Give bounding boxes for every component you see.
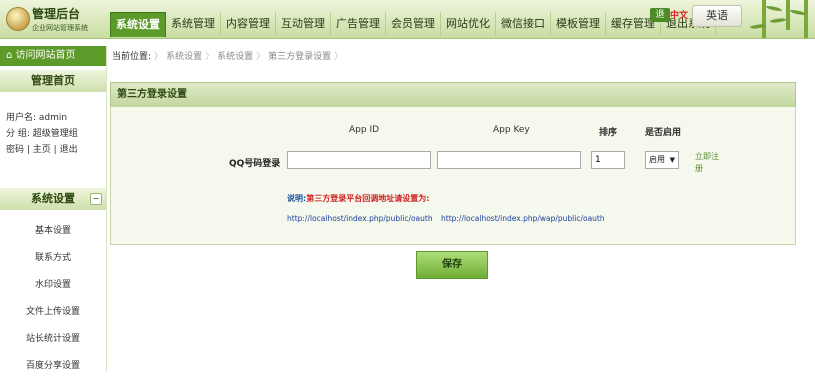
- main-content: 当前位置: 〉 系统设置 〉 系统设置 〉 第三方登录设置 〉 第三方登录设置 …: [108, 46, 815, 372]
- note-lead: 说明:: [287, 194, 307, 203]
- top-bar: 管理后台 企业网站管理系统 系统设置 系统管理 内容管理 互动管理 广告管理 会…: [0, 0, 815, 39]
- nav-item-template-management[interactable]: 模板管理: [551, 12, 606, 36]
- callback-note: 说明:第三方登录平台回调地址请设置为:: [287, 193, 429, 204]
- sidebar-section-system-settings[interactable]: 系统设置 −: [0, 188, 106, 210]
- column-header-sort: 排序: [599, 128, 618, 138]
- nav-item-ad-management[interactable]: 广告管理: [331, 12, 386, 36]
- column-header-enabled: 是否启用: [645, 128, 682, 138]
- user-info: 用户名: admin 分 组: 超级管理组 密码 | 主页 | 退出: [6, 110, 106, 158]
- save-button[interactable]: 保存: [416, 251, 488, 279]
- link-separator: |: [24, 145, 33, 155]
- callback-url[interactable]: http://localhost/index.php/wap/public/oa…: [441, 214, 605, 223]
- qq-enabled-value: 启用: [649, 155, 665, 164]
- qq-enabled-select[interactable]: 启用 ▼: [645, 151, 679, 169]
- panel-title: 第三方登录设置: [110, 82, 796, 108]
- sidebar-menu: 基本设置 联系方式 水印设置 文件上传设置 站长统计设置 百度分享设置: [0, 218, 106, 380]
- change-password-link[interactable]: 密码: [6, 145, 24, 155]
- chevron-down-icon: ▼: [669, 156, 675, 164]
- username-line: 用户名: admin: [6, 113, 68, 123]
- sidebar-item-contact[interactable]: 联系方式: [0, 245, 106, 272]
- nav-item-seo[interactable]: 网站优化: [441, 12, 496, 36]
- nav-item-member-management[interactable]: 会员管理: [386, 12, 441, 36]
- sidebar-item-watermark[interactable]: 水印设置: [0, 272, 106, 299]
- user-links: 密码 | 主页 | 退出: [6, 142, 106, 158]
- column-header-app-id: App ID: [349, 125, 380, 135]
- logo-icon: [6, 7, 30, 31]
- sidebar-item-site-stats[interactable]: 站长统计设置: [0, 326, 106, 353]
- sidebar-section-title: 系统设置: [31, 192, 75, 205]
- register-now-link[interactable]: 立即注册: [695, 151, 725, 175]
- collapse-icon[interactable]: −: [90, 193, 102, 205]
- nav-item-wechat-api[interactable]: 微信接口: [496, 12, 551, 36]
- note-text: 第三方登录平台回调地址请设置为:: [306, 194, 430, 203]
- callback-url[interactable]: http://localhost/index.php/public/oauth: [287, 214, 433, 223]
- main-nav: 系统设置 系统管理 内容管理 互动管理 广告管理 会员管理 网站优化 微信接口 …: [110, 12, 716, 38]
- nav-item-system-settings[interactable]: 系统设置: [110, 12, 166, 37]
- breadcrumb-separator: 〉: [205, 52, 215, 62]
- sidebar-item-basic-settings[interactable]: 基本设置: [0, 218, 106, 245]
- sidebar-item-baidu-share[interactable]: 百度分享设置: [0, 353, 106, 380]
- breadcrumb-item[interactable]: 系统设置: [217, 46, 253, 68]
- qq-login-label: QQ号码登录: [229, 159, 281, 169]
- breadcrumb-separator: 〉: [334, 52, 344, 62]
- sidebar: ⌂ 访问网站首页 管理首页 用户名: admin 分 组: 超级管理组 密码 |…: [0, 46, 107, 372]
- breadcrumb-separator: 〉: [256, 52, 266, 62]
- breadcrumb: 当前位置: 〉 系统设置 〉 系统设置 〉 第三方登录设置 〉: [112, 46, 346, 68]
- settings-panel: App ID App Key 排序 是否启用 QQ号码登录 启用 ▼ 立即注册 …: [110, 107, 796, 245]
- nav-item-interaction-management[interactable]: 互动管理: [276, 12, 331, 36]
- visit-site-label: 访问网站首页: [15, 50, 76, 61]
- home-page-link[interactable]: 主页: [33, 145, 51, 155]
- breadcrumb-label: 当前位置:: [112, 52, 152, 62]
- logo: 管理后台 企业网站管理系统: [6, 3, 106, 35]
- visit-site-link[interactable]: ⌂ 访问网站首页: [0, 46, 106, 66]
- bamboo-decoration: [748, 0, 815, 38]
- chinese-language-link[interactable]: 中文: [670, 8, 688, 21]
- logout-link[interactable]: 退出: [60, 145, 78, 155]
- english-language-button[interactable]: 英语: [692, 5, 742, 27]
- breadcrumb-item[interactable]: 系统设置: [166, 46, 202, 68]
- column-header-app-key: App Key: [493, 125, 530, 135]
- sidebar-item-file-upload[interactable]: 文件上传设置: [0, 299, 106, 326]
- home-icon: ⌂: [6, 50, 16, 61]
- logo-subtitle: 企业网站管理系统: [32, 24, 88, 32]
- nav-item-system-management[interactable]: 系统管理: [166, 12, 221, 36]
- link-separator: |: [50, 145, 60, 155]
- exit-icon[interactable]: 退: [650, 8, 670, 22]
- qq-app-id-input[interactable]: [287, 151, 431, 169]
- nav-item-content-management[interactable]: 内容管理: [221, 12, 276, 36]
- sidebar-home-header[interactable]: 管理首页: [0, 70, 106, 92]
- group-line: 分 组: 超级管理组: [6, 129, 78, 139]
- breadcrumb-separator: 〉: [154, 52, 164, 62]
- qq-sort-input[interactable]: [591, 151, 625, 169]
- logo-title: 管理后台: [32, 7, 81, 21]
- breadcrumb-item[interactable]: 第三方登录设置: [268, 46, 331, 68]
- callback-urls: http://localhost/index.php/public/oauth …: [287, 214, 611, 223]
- qq-app-key-input[interactable]: [437, 151, 581, 169]
